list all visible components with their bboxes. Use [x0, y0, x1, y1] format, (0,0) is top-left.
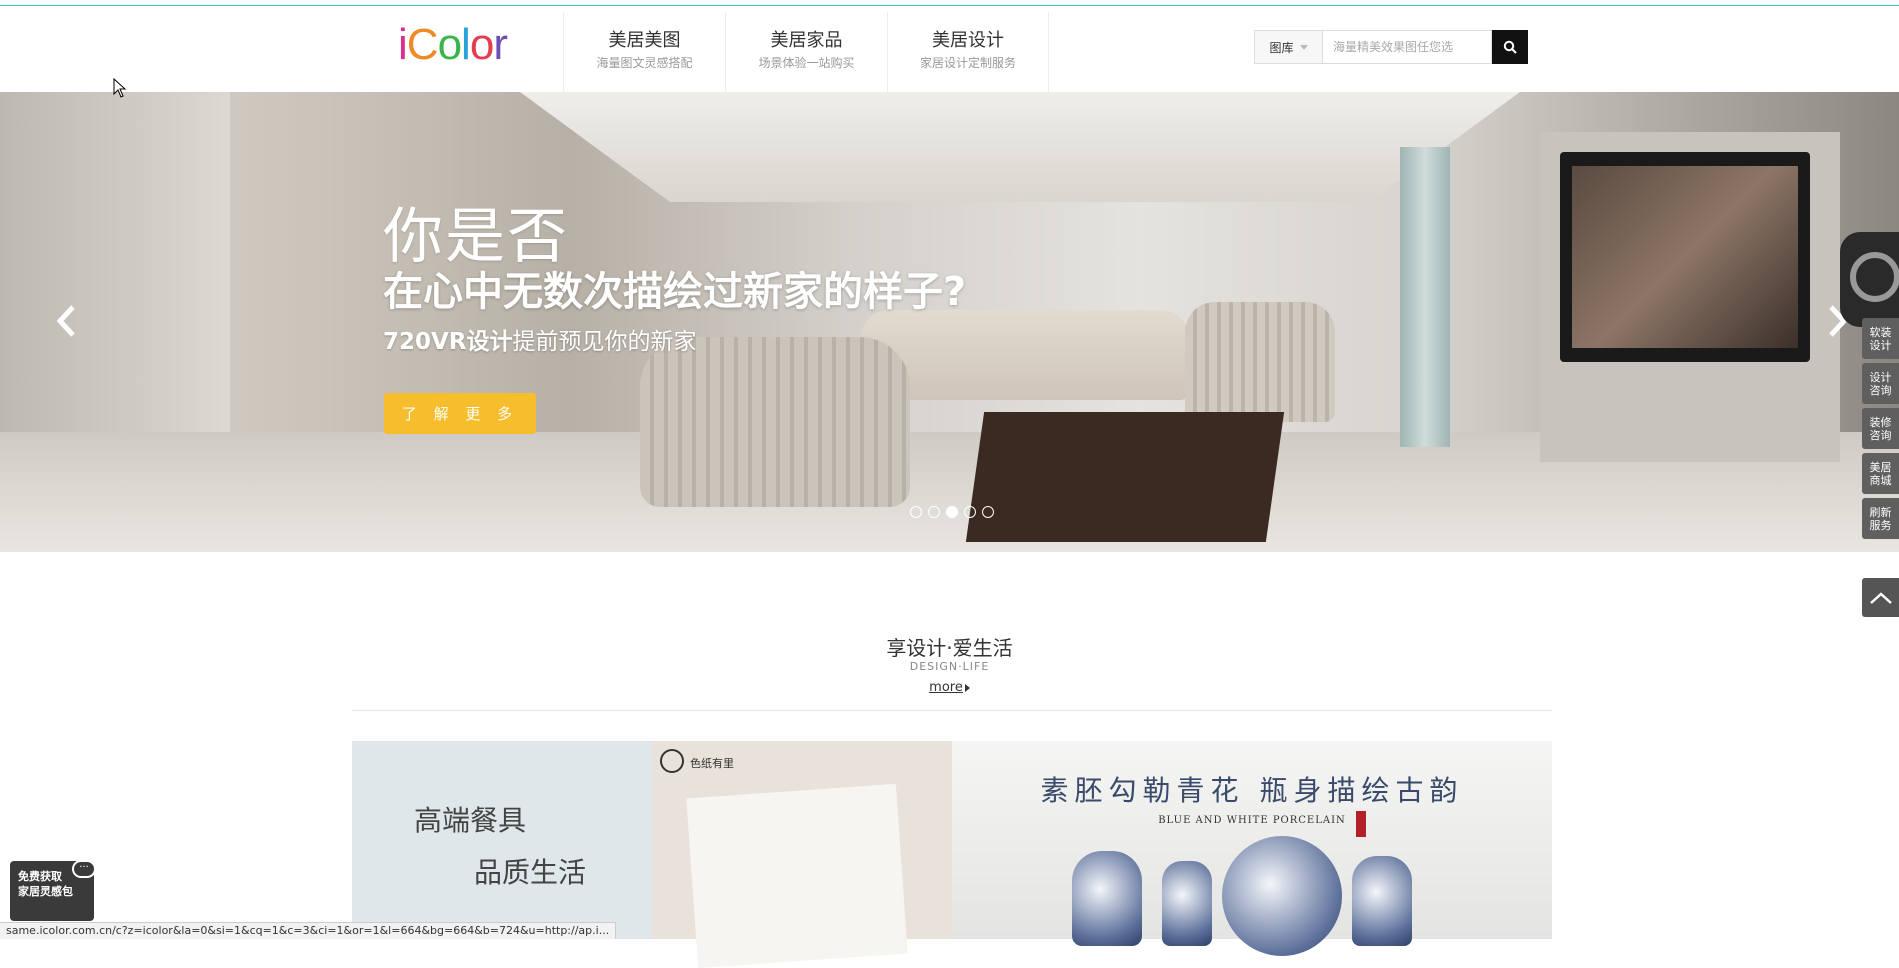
floating-service-bar: 软装 设计设计 咨询装修 咨询美居 商城刷新 服务 — [1862, 318, 1899, 543]
caret-right-icon — [964, 683, 970, 692]
logo-text: iColor — [398, 20, 508, 69]
chevron-left-icon — [56, 305, 75, 337]
more-label: more — [929, 680, 963, 695]
service-sidebar-item[interactable]: 刷新 服务 — [1862, 498, 1899, 539]
card-paper-art — [686, 783, 908, 968]
speaker-cone — [1850, 252, 1899, 302]
nav-item-subtitle: 海量图文灵感搭配 — [596, 56, 693, 70]
banner-curtain — [1400, 147, 1450, 447]
site-logo[interactable]: iColor — [398, 20, 508, 70]
feature-card-porcelain[interactable]: 素胚勾勒青花 瓶身描绘古韵 BLUE AND WHITE PORCELAIN — [952, 741, 1552, 956]
porcelain-vase — [1162, 861, 1212, 946]
carousel-dot[interactable] — [964, 506, 976, 518]
porcelain-vase — [1352, 856, 1412, 946]
porcelain-vase — [1072, 851, 1142, 946]
main-nav: 美居美图 海量图文灵感搭配 美居家品 场景体验一站购买 美居设计 家居设计定制服… — [563, 12, 1049, 98]
mouse-cursor-icon — [113, 78, 127, 98]
site-header: iColor 美居美图 海量图文灵感搭配 美居家品 场景体验一站购买 美居设计 … — [0, 6, 1899, 98]
brand-logo-icon — [660, 749, 684, 773]
section-divider — [352, 710, 1552, 711]
feature-card-stationery[interactable]: 色纸有里 — [652, 741, 952, 968]
section-more-link[interactable]: more — [0, 680, 1899, 695]
carousel-dot[interactable] — [946, 506, 958, 518]
banner-heading-highlight: 720VR设计 — [383, 329, 513, 355]
banner-speaker — [1840, 232, 1899, 327]
carousel-dot[interactable] — [982, 506, 994, 518]
banner-armchair-left — [640, 337, 910, 507]
banner-tv-screen — [1572, 166, 1798, 348]
hero-carousel[interactable] — [0, 92, 1899, 552]
banner-heading-rest: 提前预见你的新家 — [512, 329, 697, 355]
porcelain-plate — [1222, 836, 1342, 956]
search-button[interactable] — [1492, 30, 1528, 64]
nav-item-subtitle: 场景体验一站购买 — [758, 56, 855, 70]
carousel-indicators — [910, 506, 994, 518]
learn-more-button[interactable]: 了 解 更 多 — [384, 393, 536, 434]
card-english-subtitle: BLUE AND WHITE PORCELAIN — [1158, 815, 1346, 826]
card-brand-name: 色纸有里 — [690, 757, 734, 770]
card-calligraphy-title: 素胚勾勒青花 瓶身描绘古韵 — [1040, 774, 1464, 807]
nav-item-gallery[interactable]: 美居美图 海量图文灵感搭配 — [563, 12, 725, 98]
nav-item-subtitle: 家居设计定制服务 — [919, 56, 1016, 70]
nav-item-title: 美居美图 — [608, 30, 681, 51]
banner-room-ceiling — [520, 92, 1520, 202]
carousel-prev-button[interactable] — [52, 303, 80, 339]
search-bar: 图库 — [1254, 30, 1528, 64]
chat-bubble-icon: ··· — [72, 860, 96, 878]
banner-heading-line2: 在心中无数次描绘过新家的样子? — [383, 269, 967, 315]
service-sidebar-item[interactable]: 设计 咨询 — [1862, 363, 1899, 404]
red-seal-icon — [1356, 811, 1366, 837]
section-subtitle: DESIGN·LIFE — [909, 660, 990, 673]
search-category-select[interactable]: 图库 — [1254, 30, 1322, 64]
card-headline-2: 品质生活 — [474, 856, 587, 889]
search-category-label: 图库 — [1269, 40, 1294, 55]
service-sidebar-item[interactable]: 美居 商城 — [1862, 453, 1899, 494]
nav-item-title: 美居设计 — [932, 30, 1004, 51]
banner-armchair-right — [1185, 302, 1335, 422]
nav-item-design[interactable]: 美居设计 家居设计定制服务 — [887, 12, 1049, 98]
service-sidebar-item[interactable]: 装修 咨询 — [1862, 408, 1899, 449]
feature-card-tableware[interactable]: 高端餐具 品质生活 — [352, 741, 652, 939]
carousel-dot[interactable] — [910, 506, 922, 518]
section-title: 享设计·爱生活 — [886, 636, 1013, 660]
search-input[interactable] — [1322, 30, 1492, 64]
back-to-top-button[interactable] — [1862, 578, 1899, 617]
service-sidebar-item[interactable]: 软装 设计 — [1862, 318, 1899, 359]
nav-item-products[interactable]: 美居家品 场景体验一站购买 — [725, 12, 887, 98]
card-headline-1: 高端餐具 — [414, 804, 527, 837]
search-icon — [1503, 40, 1517, 54]
chevron-down-icon — [1299, 44, 1308, 50]
carousel-dot[interactable] — [928, 506, 940, 518]
browser-status-bar: same.icolor.com.cn/c?z=icolor&la=0&si=1&… — [0, 922, 617, 939]
chevron-up-icon — [1869, 591, 1892, 604]
banner-heading-line3: 720VR设计提前预见你的新家 — [383, 322, 697, 356]
banner-coffee-table — [965, 412, 1285, 542]
nav-item-title: 美居家品 — [770, 30, 843, 51]
